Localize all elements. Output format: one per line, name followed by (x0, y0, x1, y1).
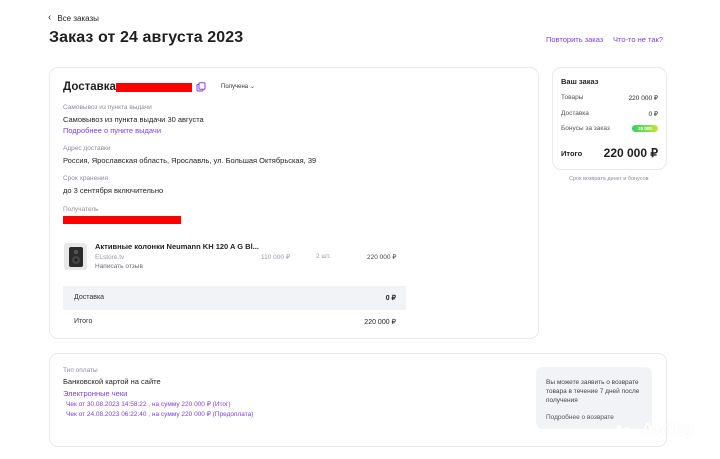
totals-total-label: Итого (74, 318, 93, 325)
return-info-text: Вы можете заявить о возврате товара в те… (546, 379, 640, 404)
product-price: 110 000 ₽ (261, 254, 290, 261)
summary-goods-value: 220 000 ₽ (628, 95, 658, 102)
seller-name[interactable]: ELstore.tv (95, 254, 124, 261)
status-dropdown[interactable]: Получена ⌄ (221, 83, 255, 90)
copy-icon[interactable] (196, 82, 206, 92)
repeat-order-link[interactable]: Повторить заказ (546, 35, 603, 44)
summary-bonus-label: Бонусы за заказ (561, 125, 610, 132)
chevron-down-icon: ⌄ (249, 84, 255, 90)
summary-total-value: 220 000 ₽ (603, 146, 658, 160)
report-problem-link[interactable]: Что-то не так? (613, 35, 663, 44)
refund-terms-link[interactable]: Срок возврата денег и бонусов (569, 176, 649, 182)
receipt-link-1[interactable]: Чек от 30.08.2023 14:58:22 , на сумму 22… (66, 400, 231, 408)
summary-delivery-value: 0 ₽ (648, 111, 658, 118)
redacted-order-number (116, 83, 192, 92)
speaker-icon (68, 246, 83, 267)
product-sum: 220 000 ₽ (367, 254, 397, 261)
payment-type-value: Банковской картой на сайте (63, 377, 161, 386)
summary-total-label: Итого (561, 149, 583, 158)
storage-value: до 3 сентября включительно (63, 186, 164, 195)
receipt-link-2[interactable]: Чек от 24.08.2023 06:22:40 , на сумму 22… (66, 410, 253, 418)
redacted-recipient (63, 216, 181, 224)
product-title[interactable]: Активные колонки Neumann KH 120 A G Bl..… (95, 242, 259, 251)
totals-total-row: Итого 220 000 ₽ (63, 310, 406, 334)
address-value: Россия, Ярославская область, Ярославль, … (63, 156, 317, 165)
delivery-title: Доставка (63, 81, 116, 93)
pickup-label: Самовывоз из пункта выдачи (63, 104, 152, 111)
totals-delivery-row: Доставка 0 ₽ (63, 286, 406, 310)
totals-delivery-label: Доставка (74, 294, 105, 301)
payment-type-label: Тип оплаты (63, 367, 98, 374)
avito-watermark: Avito (640, 419, 695, 442)
chevron-left-icon: ‹ (48, 12, 52, 23)
summary-delivery-label: Доставка (561, 110, 589, 117)
avito-logo-icon (613, 425, 633, 443)
back-link-label: Все заказы (57, 13, 99, 23)
pickup-details-link[interactable]: Подробнее о пункте выдачи (63, 126, 161, 135)
back-to-orders-link[interactable]: ‹ Все заказы (48, 13, 99, 23)
totals-delivery-value: 0 ₽ (385, 295, 396, 302)
storage-label: Срок хранения (63, 175, 108, 182)
product-quantity: 2 шт. (316, 253, 331, 260)
write-review-link[interactable]: Написать отзыв (95, 263, 143, 270)
return-info-panel: Вы можете заявить о возврате товара в те… (536, 367, 652, 429)
summary-title: Ваш заказ (561, 77, 599, 86)
order-totals: Доставка 0 ₽ Итого 220 000 ₽ (63, 286, 406, 334)
page-title: Заказ от 24 августа 2023 (49, 29, 244, 46)
electronic-receipts-link[interactable]: Электронные чеки (63, 389, 127, 398)
bonus-badge: 20 000 (632, 125, 658, 132)
totals-total-value: 220 000 ₽ (364, 319, 396, 326)
product-image[interactable] (64, 243, 87, 270)
recipient-label: Получатель (63, 206, 99, 213)
return-details-link[interactable]: Подробнее о возврате (546, 414, 614, 421)
address-label: Адрес доставки (63, 145, 111, 152)
summary-goods-label: Товары (561, 94, 584, 101)
pickup-value: Самовывоз из пункта выдачи 30 августа (63, 115, 204, 124)
status-label: Получена (221, 84, 249, 90)
